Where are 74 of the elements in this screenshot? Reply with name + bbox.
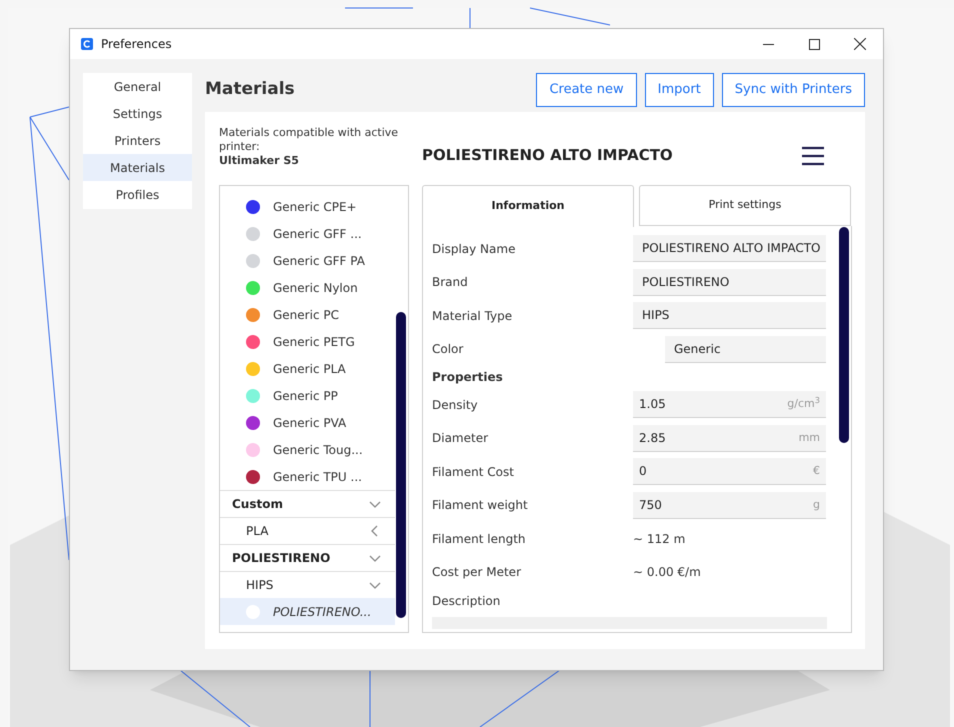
field-label: Cost per Meter (432, 564, 522, 582)
field-label: Filament length (432, 530, 526, 548)
material-item[interactable]: Generic Nylon (220, 274, 395, 301)
material-item[interactable]: Generic GFF ... (220, 220, 395, 247)
sidebar-item[interactable]: Printers (83, 127, 192, 154)
close-icon (854, 38, 866, 50)
scrollbar[interactable] (396, 312, 406, 618)
material-item[interactable]: POLIESTIRENO... (220, 598, 395, 625)
material-item[interactable]: Generic GFF PA (220, 247, 395, 274)
subcategory-row[interactable]: PLA (220, 517, 395, 544)
material-title: POLIESTIRENO ALTO IMPACTO (422, 145, 673, 166)
field-label: Diameter (432, 430, 490, 448)
printer-name: Ultimaker S5 (219, 154, 300, 168)
unit-label: mm (798, 430, 820, 446)
text-field[interactable]: POLIESTIRENO ALTO IMPACTO (633, 235, 826, 262)
material-name: Generic TPU ... (273, 468, 362, 486)
material-item[interactable]: Generic Toug... (220, 436, 395, 463)
number-field[interactable]: 750 g (633, 492, 826, 519)
field-value: ~ 112 m (633, 530, 686, 548)
sidebar-item[interactable]: Materials (83, 154, 192, 181)
material-name: Generic PLA (273, 360, 346, 378)
field-label: Filament Cost (432, 464, 515, 481)
material-name: Generic Nylon (273, 280, 358, 296)
field-label: Brand (432, 274, 469, 292)
material-name: Generic GFF ... (273, 226, 362, 242)
tab[interactable]: Information (422, 185, 634, 227)
material-name: Generic Toug... (273, 442, 363, 458)
material-item[interactable]: Generic PLA (220, 355, 395, 382)
material-name: Generic CPE+ (273, 198, 357, 216)
number-field[interactable]: 1.05 g/cm$^{3}$ (633, 391, 826, 418)
material-name: Generic PC (273, 306, 339, 324)
material-item[interactable]: Generic CPE+ (220, 193, 395, 220)
text-field[interactable]: POLIESTIRENO (633, 268, 826, 296)
field-label: Color (432, 341, 464, 358)
compat-text: Materials compatible with active printer: (219, 126, 400, 154)
material-name: Generic PETG (273, 334, 355, 350)
page-title: Materials (205, 78, 295, 102)
category-row[interactable]: Custom (220, 490, 395, 517)
color-field[interactable]: Generic (665, 336, 826, 363)
field-label: Display Name (432, 240, 516, 258)
number-field[interactable]: 2.85 mm (633, 424, 826, 452)
action-button[interactable]: Sync with Printers (722, 73, 865, 107)
field-label: Material Type (432, 308, 514, 325)
maximize-icon (808, 38, 820, 50)
menu-icon[interactable] (802, 146, 824, 166)
field-label: Description (432, 593, 502, 610)
material-item[interactable]: Generic PETG (220, 328, 395, 355)
material-name: Generic PVA (273, 414, 346, 432)
material-name: POLIESTIRENO... (273, 604, 372, 620)
material-name: Generic PP (273, 388, 338, 404)
section-heading: Properties (432, 369, 503, 386)
sidebar-item[interactable]: Profiles (83, 181, 192, 208)
sidebar-item[interactable]: General (83, 73, 192, 100)
window-title: Preferences (101, 36, 172, 53)
sidebar-item[interactable]: Settings (83, 100, 192, 127)
number-field[interactable]: 0 € (633, 458, 826, 486)
scrollbar[interactable] (839, 227, 849, 443)
field-label: Density (432, 396, 479, 414)
tab[interactable]: Print settings (639, 185, 851, 226)
material-item[interactable]: Generic TPU ... (220, 463, 395, 490)
unit-label: g (813, 496, 820, 512)
app-icon (81, 38, 93, 50)
field-label: Filament weight (432, 497, 529, 514)
material-item[interactable]: Generic PC (220, 301, 395, 328)
material-name: Generic GFF PA (273, 252, 365, 270)
action-button[interactable]: Import (644, 73, 714, 107)
material-item[interactable]: Generic PP (220, 382, 395, 409)
action-button[interactable]: Create new (536, 73, 637, 107)
material-item[interactable]: Generic PVA (220, 409, 395, 436)
text-field[interactable]: HIPS (633, 302, 826, 330)
unit-label: € (813, 463, 820, 479)
field-value: ~ 0.00 €/m (633, 564, 701, 582)
unit-label: g/cm$^{3}$ (787, 396, 820, 412)
category-row[interactable]: POLIESTIRENO (220, 544, 395, 571)
